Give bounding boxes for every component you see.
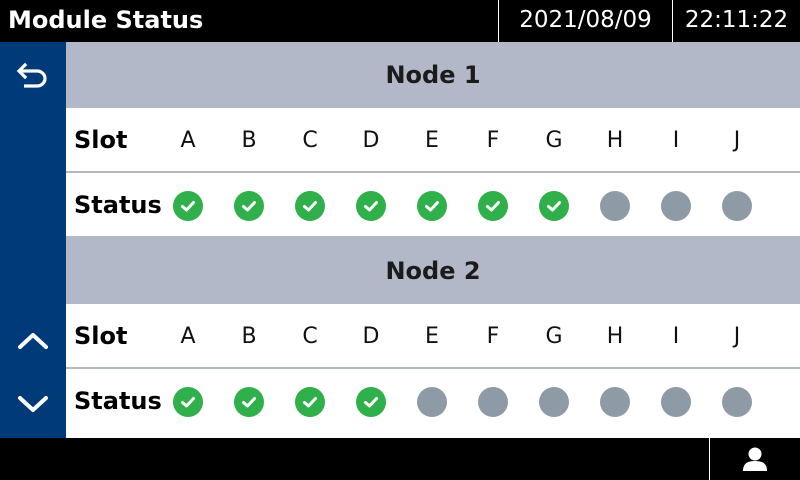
status-inactive-icon [661,190,691,221]
slot-letter: C [302,128,318,153]
slot-row: Slot A B C D E F G H I J [66,304,800,369]
slot-letter: D [362,128,380,153]
header-bar: Module Status 2021/08/09 22:11:22 [0,0,800,42]
slot-row: Slot A B C D E F G H I J [66,108,800,173]
chevron-up-icon [18,333,48,349]
slot-status-cell [402,369,462,434]
status-row-label: Status [74,387,162,415]
slot-status-cell [402,173,462,238]
node-title: Node 1 [385,61,481,89]
chevron-down-icon [18,396,48,412]
status-ok-icon [356,190,386,221]
date-display: 2021/08/09 [498,0,672,42]
status-ok-icon [295,386,325,417]
user-button[interactable] [709,438,800,480]
slot-letter: I [672,324,680,349]
status-ok-icon [295,190,325,221]
status-inactive-icon [600,190,630,221]
slot-status-cell [280,369,340,434]
slot-status-cell [280,173,340,238]
status-ok-icon [417,190,447,221]
status-ok-icon [356,386,386,417]
slot-letter: A [180,324,196,349]
back-button[interactable] [0,42,66,106]
time-display: 22:11:22 [672,0,800,42]
slot-letter: B [241,324,257,349]
status-inactive-icon [661,386,691,417]
slot-letter: J [733,128,741,153]
slot-letter: J [733,324,741,349]
slot-letter: D [362,324,380,349]
slot-letter: B [241,128,257,153]
slot-status-cell [341,173,401,238]
slot-status-cell [524,369,584,434]
slot-status-cell [219,369,279,434]
status-ok-icon [539,190,569,221]
node-title: Node 2 [385,257,481,285]
scroll-up-button[interactable] [0,308,66,372]
status-inactive-icon [600,386,630,417]
slot-row-label: Slot [74,322,128,350]
slot-letter: F [486,324,500,349]
nodes-list: Node 1 Slot A B C D E F G H I J Status Node 2 Slot A B C D… [66,42,800,434]
slot-letter: G [545,128,563,153]
slot-letter: H [606,324,624,349]
status-ok-icon [234,190,264,221]
slot-status-cell [707,369,767,434]
slot-status-cell [158,369,218,434]
slot-letter: F [486,128,500,153]
slot-letter: C [302,324,318,349]
user-icon [743,447,767,471]
slot-status-cell [585,369,645,434]
status-inactive-icon [539,386,569,417]
status-inactive-icon [478,386,508,417]
slot-status-cell [524,173,584,238]
slot-status-cell [463,369,523,434]
status-ok-icon [173,386,203,417]
status-row: Status [66,369,800,434]
module-status-screen: Module Status 2021/08/09 22:11:22 Node 1… [0,0,800,480]
status-ok-icon [173,190,203,221]
slot-status-cell [646,173,706,238]
status-ok-icon [478,190,508,221]
status-ok-icon [234,386,264,417]
node-header: Node 1 [66,42,800,108]
slot-status-cell [219,173,279,238]
slot-status-cell [158,173,218,238]
slot-status-cell [341,369,401,434]
module-status-content: Node 1 Slot A B C D E F G H I J Status Node 2 Slot A B C D… [66,42,800,438]
sidebar [0,42,66,438]
status-inactive-icon [722,386,752,417]
slot-letter: A [180,128,196,153]
node-header: Node 2 [66,238,800,304]
back-arrow-icon [16,62,47,88]
footer-bar [0,438,800,480]
slot-letter: I [672,128,680,153]
page-title: Module Status [8,6,204,34]
slot-letter: G [545,324,563,349]
slot-status-cell [585,173,645,238]
slot-letter: E [425,324,439,349]
slot-letter: E [425,128,439,153]
status-row: Status [66,173,800,238]
status-inactive-icon [417,386,447,417]
status-row-label: Status [74,191,162,219]
slot-status-cell [707,173,767,238]
status-inactive-icon [722,190,752,221]
scroll-down-button[interactable] [0,372,66,436]
slot-status-cell [646,369,706,434]
slot-status-cell [463,173,523,238]
slot-row-label: Slot [74,126,128,154]
slot-letter: H [606,128,624,153]
